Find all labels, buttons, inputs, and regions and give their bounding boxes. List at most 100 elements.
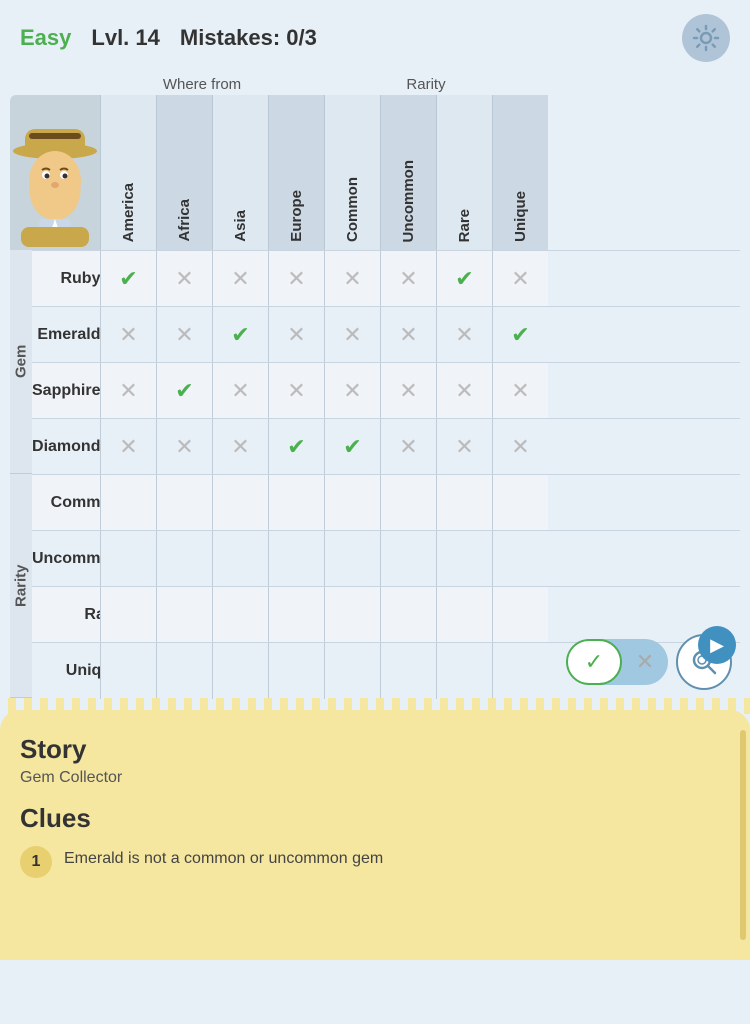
grid-cell[interactable]: ✕ xyxy=(212,363,268,419)
grid-cell[interactable]: ✕ xyxy=(324,363,380,419)
check-mark: ✔ xyxy=(175,378,193,404)
grid-cell[interactable] xyxy=(156,643,212,699)
cross-mark: ✕ xyxy=(343,322,361,348)
grid-cell[interactable] xyxy=(100,475,156,531)
check-mark: ✔ xyxy=(343,434,361,460)
grid-cell[interactable] xyxy=(100,587,156,643)
grid-cell[interactable]: ✔ xyxy=(156,363,212,419)
grid-cell[interactable]: ✔ xyxy=(324,419,380,475)
cross-mark: ✕ xyxy=(287,266,305,292)
grid-cell[interactable] xyxy=(100,531,156,587)
scrollbar[interactable] xyxy=(740,730,746,940)
grid-cell[interactable]: ✕ xyxy=(492,251,548,307)
grid-cell[interactable] xyxy=(380,643,436,699)
grid-cell[interactable] xyxy=(324,475,380,531)
grid-cell[interactable] xyxy=(324,643,380,699)
grid-cell[interactable] xyxy=(324,531,380,587)
grid-row: ✕✔✕✕✕✕✕✕ xyxy=(100,362,740,418)
grid-cell[interactable]: ✕ xyxy=(380,419,436,475)
grid-cell[interactable] xyxy=(156,587,212,643)
cross-mark: ✕ xyxy=(175,434,193,460)
row-sapphire: Sapphire xyxy=(32,362,108,418)
grid-cell[interactable]: ✕ xyxy=(380,307,436,363)
grid-cell[interactable]: ✕ xyxy=(156,307,212,363)
cross-mark: ✕ xyxy=(119,434,137,460)
search-wrapper: ▶ xyxy=(676,634,732,690)
mistakes-label: Mistakes: 0/3 xyxy=(180,25,662,51)
confirm-check-button[interactable]: ✓ xyxy=(566,639,622,685)
grid-cell[interactable] xyxy=(436,531,492,587)
grid-cell[interactable]: ✕ xyxy=(436,307,492,363)
grid-cell[interactable]: ✕ xyxy=(212,419,268,475)
cross-mark: ✕ xyxy=(119,378,137,404)
grid-cell[interactable] xyxy=(380,587,436,643)
grid-cell[interactable]: ✕ xyxy=(436,363,492,419)
play-button[interactable]: ▶ xyxy=(698,626,736,664)
check-mark: ✔ xyxy=(511,322,529,348)
check-mark: ✔ xyxy=(119,266,137,292)
grid-cell[interactable] xyxy=(212,531,268,587)
grid-cell[interactable] xyxy=(492,587,548,643)
grid-cell[interactable]: ✔ xyxy=(212,307,268,363)
grid-cell[interactable]: ✕ xyxy=(380,251,436,307)
col-asia: Asia xyxy=(212,95,268,250)
grid-cell[interactable] xyxy=(268,531,324,587)
grid-cell[interactable] xyxy=(212,643,268,699)
grid-cell[interactable]: ✕ xyxy=(156,251,212,307)
grid-cell[interactable]: ✕ xyxy=(380,363,436,419)
cross-mark: ✕ xyxy=(511,434,529,460)
row-diamond: Diamond xyxy=(32,418,108,474)
grid-cell[interactable] xyxy=(268,643,324,699)
grid-cell[interactable] xyxy=(380,531,436,587)
grid-cell[interactable]: ✕ xyxy=(212,251,268,307)
grid-cell[interactable] xyxy=(436,587,492,643)
grid-cell[interactable] xyxy=(436,643,492,699)
grid-cell[interactable]: ✕ xyxy=(268,307,324,363)
grid-cell[interactable] xyxy=(324,587,380,643)
grid-cell[interactable] xyxy=(492,643,548,699)
grid-cell[interactable] xyxy=(156,475,212,531)
grid-cell[interactable] xyxy=(492,531,548,587)
grid-cell[interactable]: ✔ xyxy=(492,307,548,363)
cross-mark: ✕ xyxy=(287,378,305,404)
grid-cells: ✔✕✕✕✕✕✔✕✕✕✔✕✕✕✕✔✕✔✕✕✕✕✕✕✕✕✕✔✔✕✕✕ xyxy=(100,250,740,698)
grid-cell[interactable]: ✕ xyxy=(492,419,548,475)
grid-cell[interactable] xyxy=(268,587,324,643)
grid-cell[interactable]: ✕ xyxy=(492,363,548,419)
grid-cell[interactable]: ✔ xyxy=(100,251,156,307)
col-africa: Africa xyxy=(156,95,212,250)
clue-1: 1 Emerald is not a common or uncommon ge… xyxy=(20,846,730,878)
grid-cell[interactable]: ✕ xyxy=(156,419,212,475)
grid-cell[interactable] xyxy=(492,475,548,531)
grid-cell[interactable]: ✕ xyxy=(100,307,156,363)
confirm-button-group: ✓ ✕ xyxy=(566,639,668,685)
grid-cell[interactable] xyxy=(156,531,212,587)
table-header: America Africa Asia Europe Common Uncomm… xyxy=(10,95,740,250)
grid-cell[interactable] xyxy=(436,475,492,531)
grid-cell[interactable] xyxy=(212,475,268,531)
cross-mark: ✕ xyxy=(399,434,417,460)
story-title: Story xyxy=(20,734,730,765)
where-from-category: Where from xyxy=(90,76,314,93)
cross-mark: ✕ xyxy=(455,322,473,348)
grid-cell[interactable]: ✔ xyxy=(268,419,324,475)
grid-row: ✕✕✔✕✕✕✕✔ xyxy=(100,306,740,362)
grid-cell[interactable] xyxy=(380,475,436,531)
story-subtitle: Gem Collector xyxy=(20,769,730,787)
confirm-x-button[interactable]: ✕ xyxy=(622,639,668,685)
grid-cell[interactable]: ✕ xyxy=(324,307,380,363)
grid-cell[interactable]: ✕ xyxy=(100,363,156,419)
check-mark: ✔ xyxy=(231,322,249,348)
grid-cell[interactable]: ✕ xyxy=(436,419,492,475)
floating-buttons: ✓ ✕ ▶ xyxy=(566,634,732,690)
clue-number-1: 1 xyxy=(20,846,52,878)
grid-cell[interactable] xyxy=(100,643,156,699)
grid-cell[interactable] xyxy=(268,475,324,531)
grid-cell[interactable]: ✕ xyxy=(324,251,380,307)
grid-cell[interactable]: ✕ xyxy=(268,363,324,419)
grid-cell[interactable]: ✕ xyxy=(268,251,324,307)
grid-cell[interactable]: ✔ xyxy=(436,251,492,307)
grid-cell[interactable]: ✕ xyxy=(100,419,156,475)
grid-cell[interactable] xyxy=(212,587,268,643)
settings-icon[interactable] xyxy=(682,14,730,62)
